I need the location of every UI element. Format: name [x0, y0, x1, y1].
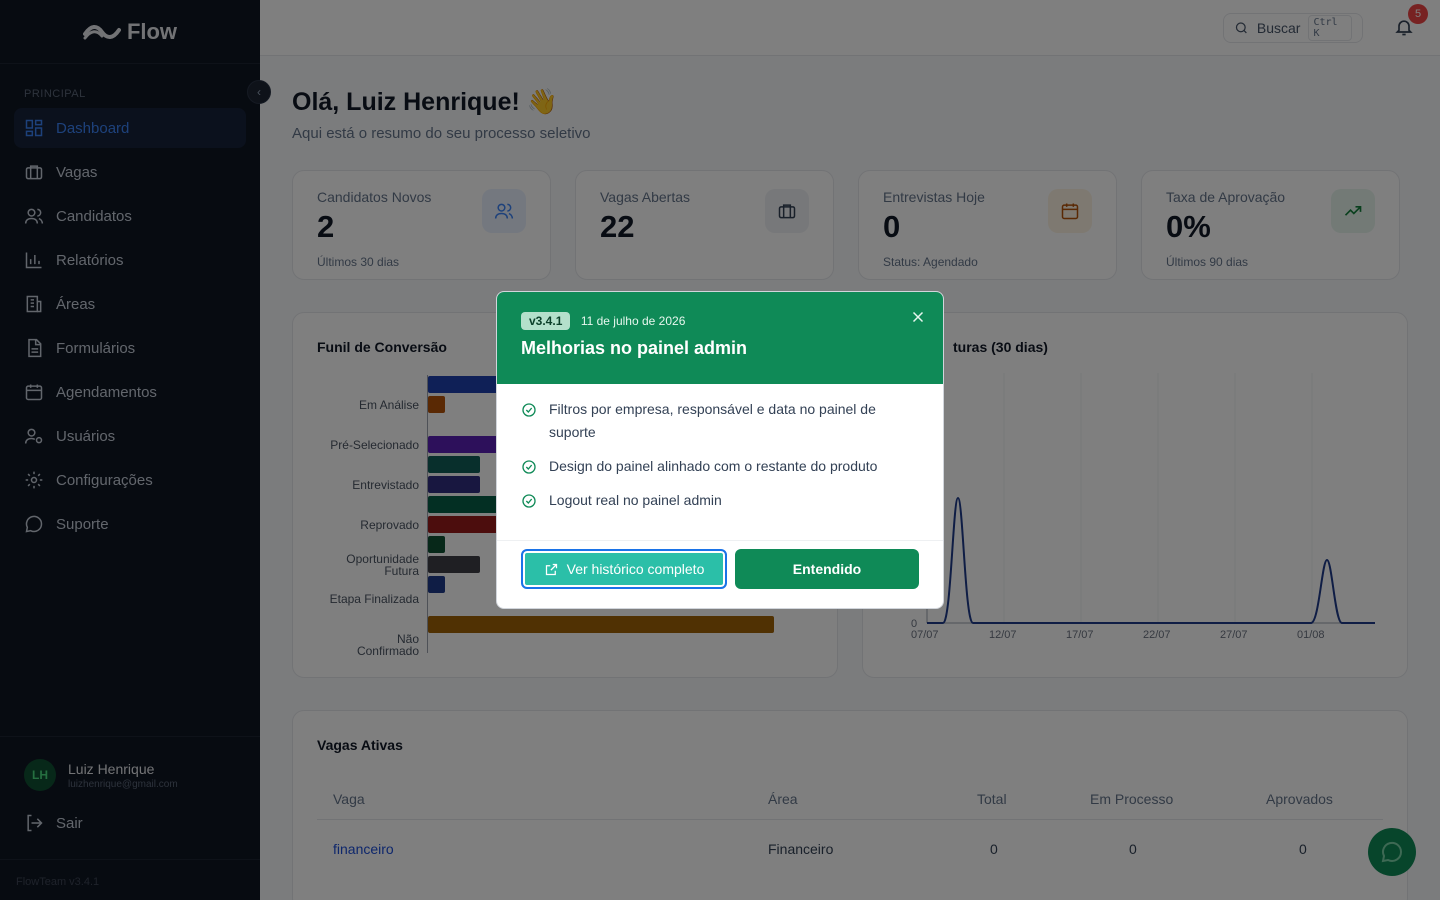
release-item: Logout real no painel admin: [521, 489, 919, 512]
view-history-label: Ver histórico completo: [566, 561, 705, 577]
external-link-icon: [545, 563, 557, 575]
view-history-button[interactable]: Ver histórico completo: [521, 549, 727, 589]
release-notes-modal: v3.4.1 11 de julho de 2026 Melhorias no …: [496, 291, 944, 609]
version-badge: v3.4.1: [521, 312, 571, 330]
modal-title: Melhorias no painel admin: [521, 338, 748, 358]
release-item-text: Logout real no painel admin: [549, 492, 722, 508]
acknowledge-button[interactable]: Entendido: [735, 549, 919, 589]
release-item: Design do painel alinhado com o restante…: [521, 455, 919, 478]
close-icon[interactable]: [909, 308, 927, 326]
modal-body: Filtros por empresa, responsável e data …: [497, 384, 943, 512]
check-circle-icon: [522, 494, 536, 508]
modal-footer: Ver histórico completo Entendido: [497, 540, 943, 589]
modal-header: v3.4.1 11 de julho de 2026 Melhorias no …: [497, 292, 943, 384]
release-item-text: Filtros por empresa, responsável e data …: [549, 401, 876, 440]
check-circle-icon: [522, 403, 536, 417]
release-date: 11 de julho de 2026: [580, 314, 686, 328]
check-circle-icon: [522, 460, 536, 474]
release-item-text: Design do painel alinhado com o restante…: [549, 458, 878, 474]
release-item: Filtros por empresa, responsável e data …: [521, 398, 919, 444]
